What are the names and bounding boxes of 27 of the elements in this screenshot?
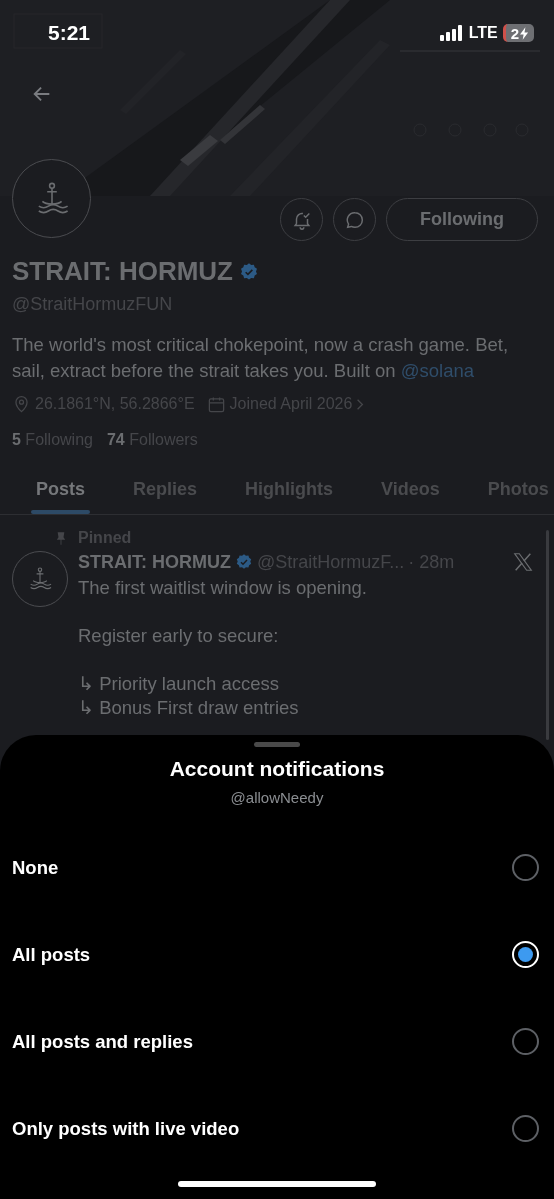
- status-time: 5:21: [48, 20, 91, 47]
- x-logo-icon: [512, 551, 534, 573]
- notification-option[interactable]: Only posts with live video: [0, 1085, 554, 1172]
- drag-handle[interactable]: [254, 742, 300, 747]
- profile-name: STRAIT: HORMUZ: [12, 255, 233, 288]
- post-text: The first waitlist window is opening.: [78, 576, 368, 600]
- network-label: LTE: [468, 23, 498, 43]
- chevron-right-icon: [356, 397, 365, 411]
- radio-button[interactable]: [512, 1028, 539, 1055]
- notification-option[interactable]: All posts and replies: [0, 998, 554, 1085]
- battery-icon: 2: [502, 24, 534, 42]
- sheet-title: Account notifications: [169, 756, 385, 782]
- post-text: ↳ Priority launch access: [78, 672, 281, 696]
- radio-button[interactable]: [512, 854, 539, 881]
- signal-icon: [439, 25, 464, 41]
- sheet-subtitle: @allowNeedy: [230, 787, 324, 808]
- post-text: ↳ Bonus First draw entries: [78, 696, 300, 720]
- notification-option[interactable]: All posts: [0, 911, 554, 998]
- location-icon: [12, 394, 31, 414]
- calendar-icon: [206, 394, 226, 414]
- mention-link[interactable]: @solana: [400, 360, 474, 381]
- post-author: STRAIT: HORMUZ: [78, 550, 231, 574]
- post-text: Register early to secure:: [78, 624, 280, 648]
- radio-button[interactable]: [512, 1115, 539, 1142]
- profile-tab[interactable]: Posts: [12, 464, 110, 514]
- notification-option[interactable]: None: [0, 824, 554, 911]
- profile-bio: The world's most critical chokepoint, now a crash game. Bet, sail, extract before the strait takes you. Built on @solana: [11, 333, 510, 383]
